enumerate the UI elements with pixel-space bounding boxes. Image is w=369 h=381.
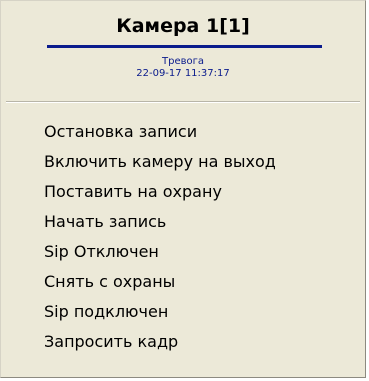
- menu-item-start-recording[interactable]: Начать запись: [1, 207, 365, 237]
- camera-context-menu: Камера 1[1] Тревога 22-09-17 11:37:17 Ос…: [0, 0, 366, 378]
- title-underline: [47, 45, 322, 48]
- camera-title: Камера 1[1]: [116, 15, 250, 37]
- menu-item-disarm[interactable]: Снять с охраны: [1, 267, 365, 297]
- menu-item-request-frame[interactable]: Запросить кадр: [1, 327, 365, 357]
- header-separator: [6, 101, 360, 103]
- alarm-timestamp: 22-09-17 11:37:17: [136, 68, 230, 79]
- menu-item-arm[interactable]: Поставить на охрану: [1, 177, 365, 207]
- menu-item-stop-recording[interactable]: Остановка записи: [1, 117, 365, 147]
- menu-header: Камера 1[1] Тревога 22-09-17 11:37:17: [1, 1, 365, 101]
- menu-item-enable-camera-output[interactable]: Включить камеру на выход: [1, 147, 365, 177]
- menu-items: Остановка записи Включить камеру на выхо…: [1, 117, 365, 357]
- menu-item-sip-connected[interactable]: Sip подключен: [1, 297, 365, 327]
- alarm-status: Тревога: [161, 56, 204, 67]
- menu-item-sip-disabled[interactable]: Sip Отключен: [1, 237, 365, 267]
